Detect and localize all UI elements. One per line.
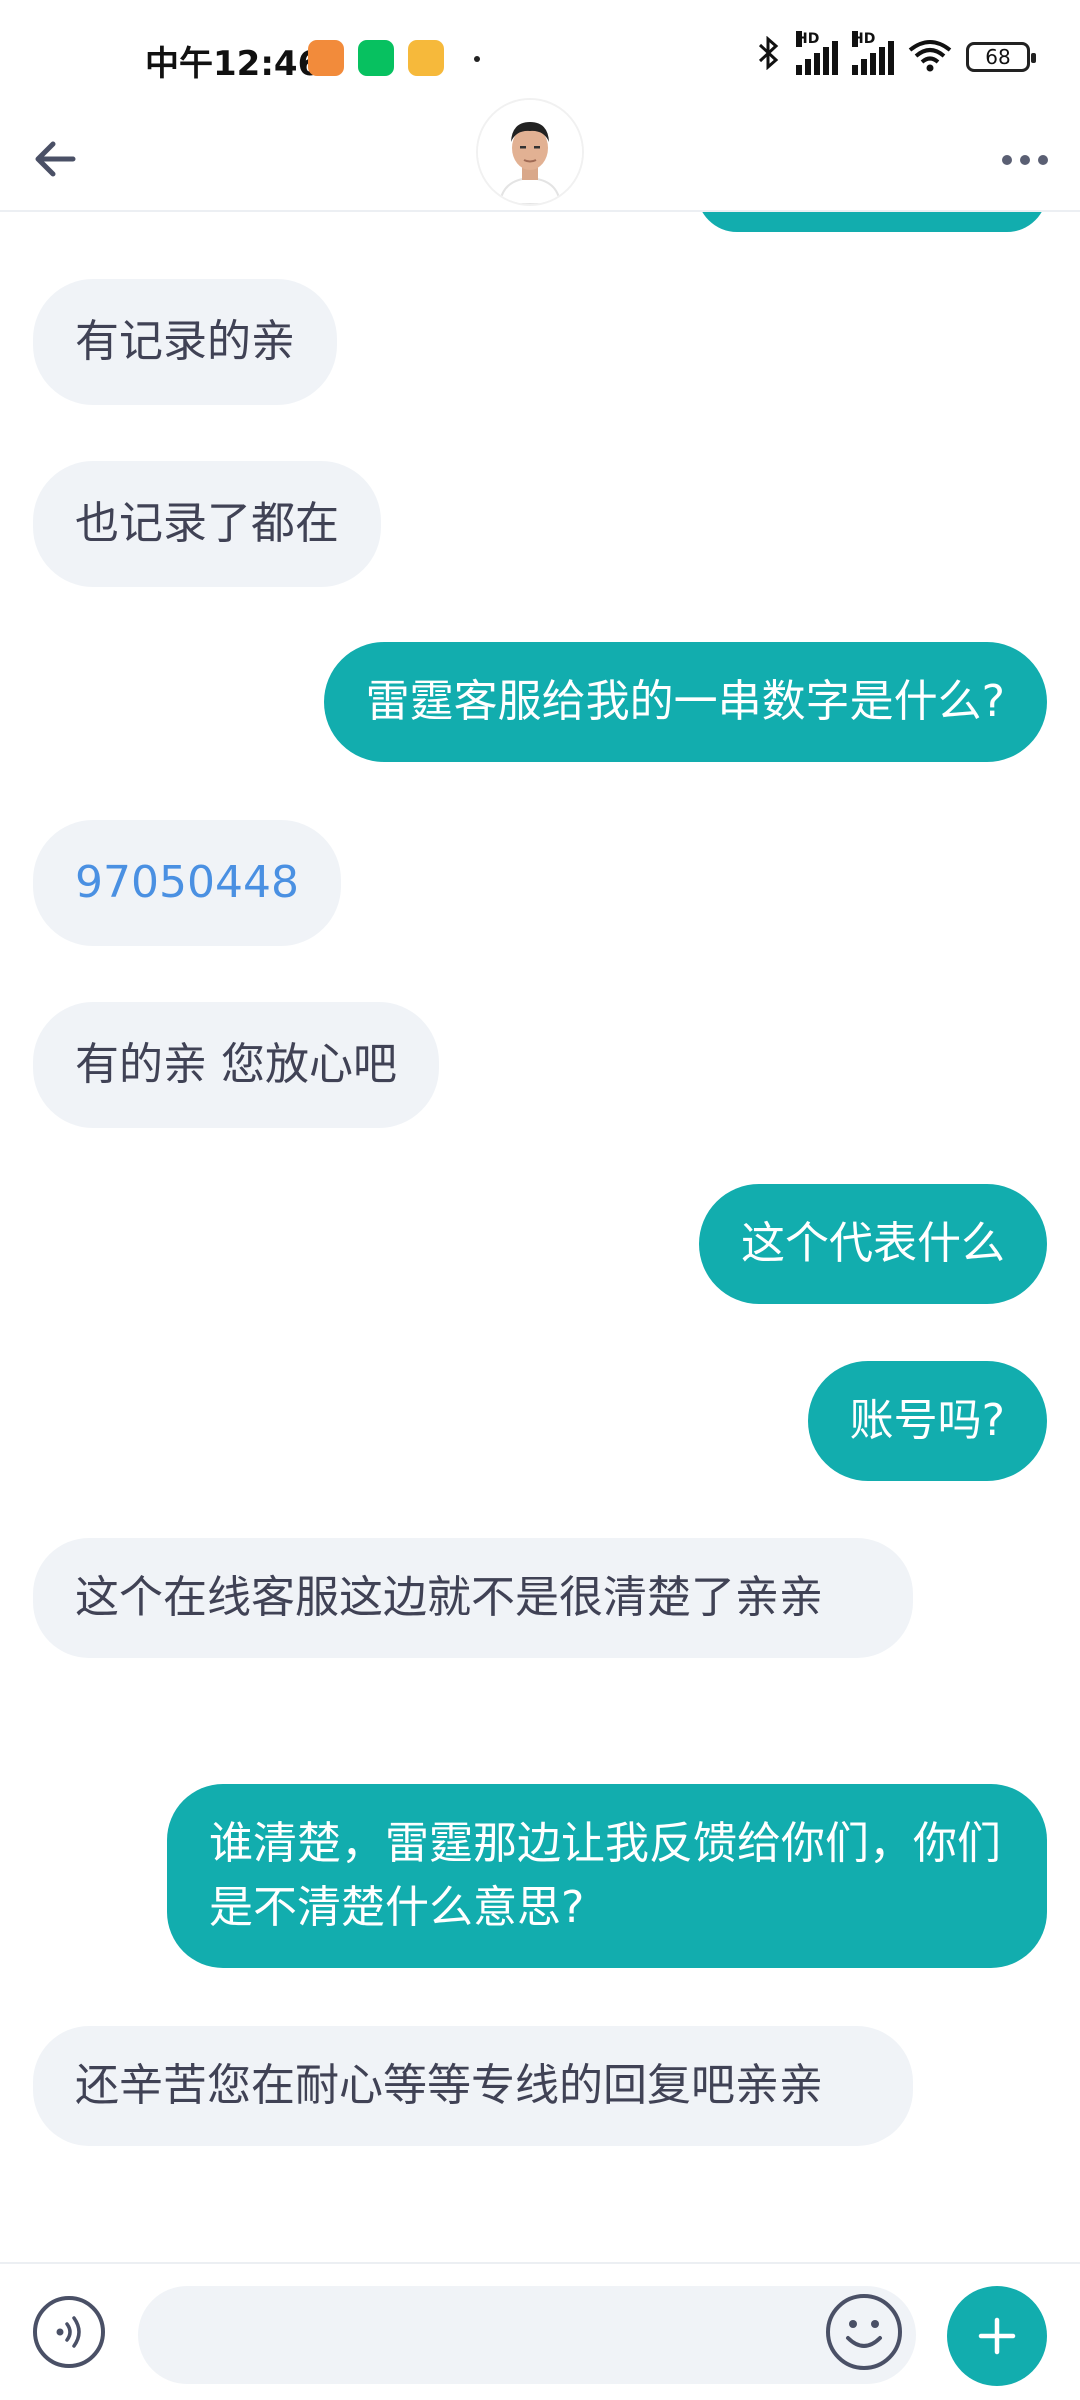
more-dot-icon: [1020, 155, 1030, 165]
more-dot-icon: [1038, 155, 1048, 165]
outgoing-message[interactable]: 雷霆客服给我的一串数字是什么?: [323, 642, 1047, 762]
incoming-message[interactable]: 也记录了都在: [33, 461, 381, 587]
incoming-message[interactable]: 有的亲 您放心吧: [33, 1002, 439, 1128]
arrow-left-icon: [35, 141, 76, 177]
smiley-icon: [846, 2320, 882, 2348]
contact-avatar[interactable]: [478, 100, 582, 204]
signal-strength-icon-2: HD: [852, 31, 894, 75]
outgoing-message[interactable]: 这个代表什么: [699, 1184, 1047, 1304]
signal-strength-icon-1: HD: [796, 31, 838, 75]
outgoing-message[interactable]: 账号吗?: [807, 1361, 1047, 1481]
outgoing-message-bubble-partial: [697, 212, 1047, 232]
incoming-message[interactable]: 这个在线客服这边就不是很清楚了亲亲: [33, 1538, 913, 1658]
plus-icon: [978, 2317, 1016, 2355]
message-input-bar: [0, 2262, 1080, 2400]
voice-icon: [56, 2316, 81, 2348]
user-avatar-icon: [478, 100, 582, 204]
wifi-icon: [908, 38, 952, 76]
battery-indicator: 68: [966, 42, 1036, 72]
incoming-message[interactable]: 还辛苦您在耐心等等专线的回复吧亲亲: [33, 2026, 913, 2146]
voice-input-button[interactable]: [33, 2296, 105, 2368]
outgoing-message[interactable]: 谁清楚，雷霆那边让我反馈给你们，你们是不清楚什么意思?: [167, 1784, 1047, 1968]
chat-message-list[interactable]: 有记录的亲 也记录了都在 雷霆客服给我的一串数字是什么? 97050448 有的…: [0, 212, 1080, 2262]
back-button[interactable]: [20, 124, 90, 194]
emoji-button[interactable]: [826, 2294, 902, 2370]
notes-notification-icon: [408, 40, 444, 76]
more-notifications-dot: [474, 56, 480, 62]
more-dot-icon: [1002, 155, 1012, 165]
hd-label-1: HD: [796, 31, 820, 47]
status-icons: HD HD 68: [756, 31, 1036, 78]
add-attachment-button[interactable]: [947, 2286, 1047, 2386]
incoming-message[interactable]: 有记录的亲: [33, 279, 337, 405]
wechat-notification-icon: [358, 40, 394, 76]
hd-label-2: HD: [852, 31, 876, 47]
notification-app-icon: [308, 40, 344, 76]
message-input[interactable]: [138, 2286, 916, 2384]
more-options-button[interactable]: [990, 130, 1060, 190]
status-time: 中午12:46: [145, 44, 322, 84]
chat-header: [0, 100, 1080, 212]
bluetooth-icon: [756, 35, 782, 78]
status-bar: 中午12:46 HD HD 68: [0, 0, 1080, 110]
incoming-message-link[interactable]: 97050448: [33, 820, 341, 946]
